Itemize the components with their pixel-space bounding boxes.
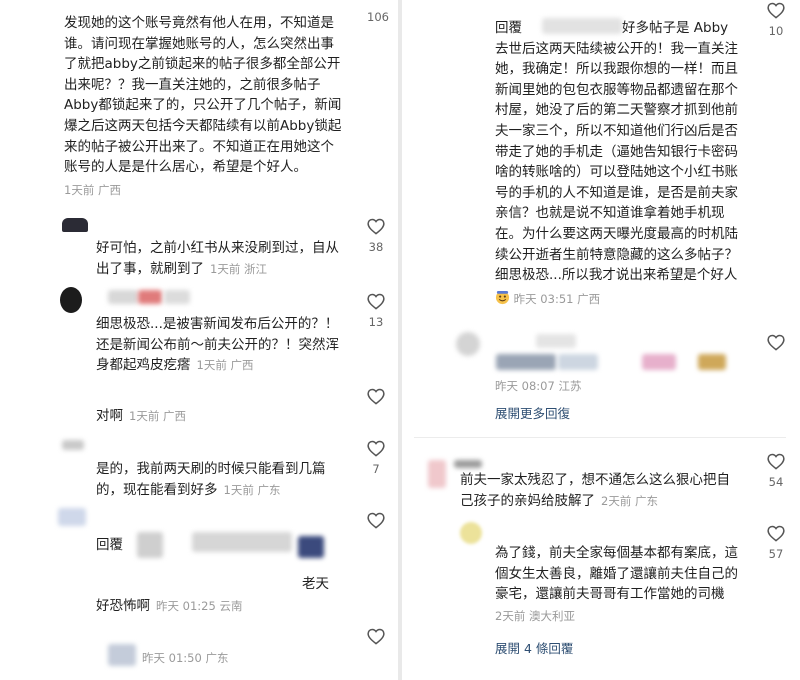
reply-label: 回覆 [96,537,123,553]
like-button[interactable]: 13 [366,293,386,329]
heart-icon [767,334,785,351]
comment-meta: 1天前 广西 [64,182,121,197]
redacted-username [536,334,576,348]
comment-meta: 昨天 01:50 广东 [142,651,229,665]
comment-text: 去世后这两天陆续被公开的！我一直关注 她，我确定！所以我跟你想的一样！而且 新闻… [495,40,738,284]
comment-meta: 昨天 01:25 云南 [156,599,243,613]
redacted-username [454,460,482,468]
heart-icon [367,388,385,405]
comment-item[interactable]: 好恐怖啊 昨天 01:25 云南 [96,596,366,617]
comment-item[interactable]: 细思极恐...是被害新闻发布后公开的？！ 还是新闻公布前～前夫公开的？！突然浑 … [96,314,366,376]
redacted-content [558,354,598,370]
redacted-avatar [62,440,84,450]
like-button[interactable] [366,512,386,529]
like-count: 106 [367,10,389,24]
heart-icon [367,512,385,529]
like-count: 10 [768,24,784,38]
like-button[interactable]: 106 [366,10,390,24]
comment-item[interactable]: 好可怕，之前小红书从来没刷到过，自从 出了事，就刷到了 1天前 浙江 [96,238,366,279]
like-button[interactable] [766,334,786,351]
heart-icon [767,453,785,470]
heart-icon [367,628,385,645]
comment-item[interactable]: 对啊 1天前 广西 [96,406,296,427]
like-count: 7 [372,462,380,476]
comment-text: 是的，我前两天刷的时候只能看到几篇 的，现在能看到好多 [96,461,326,498]
comment-meta: 昨天 08:07 江苏 [495,379,582,393]
reply-label: 回覆 [495,20,522,36]
redacted-content [642,354,676,370]
like-button[interactable]: 7 [366,440,386,476]
redacted-avatar [58,508,86,526]
comment-text: 前夫一家太残忍了，想不通怎么这么狠心把自 己孩子的亲妈给肢解了 [460,472,730,509]
comments-panel-right: 回覆 好多帖子是 Abby 去世后这两天陆续被公开的！我一直关注 她，我确定！所以… [402,0,800,680]
comment-meta: 1天前 广西 [129,409,186,423]
like-button[interactable]: 57 [766,525,786,561]
avatar[interactable] [60,287,82,313]
comment-text: 对啊 [96,408,123,424]
comment-item[interactable]: 為了錢，前夫全家每個基本都有案底，這 個女生太善良，離婚了還讓前夫住自己的 豪宅… [495,543,757,624]
like-button[interactable] [366,388,386,405]
heart-icon [367,218,385,235]
comment-item[interactable]: 是的，我前两天刷的时候只能看到几篇 的，现在能看到好多 1天前 广东 [96,459,366,500]
comments-panel-left: 发现她的这个账号竟然有他人在用，不知道是 谁。请问现在掌握她账号的人，怎么突然出… [0,0,398,680]
redacted-username [108,290,138,304]
redacted-avatar [428,460,446,488]
comment-text-head: 好多帖子是 Abby [622,20,729,36]
like-count: 38 [368,240,384,254]
like-count: 57 [768,547,784,561]
like-count: 13 [368,315,384,329]
like-button[interactable]: 10 [766,2,786,38]
redacted-avatar [456,332,480,356]
avatar[interactable] [62,218,88,232]
like-button[interactable]: 54 [766,453,786,489]
emoji-icon [495,290,510,304]
comment-text: 為了錢，前夫全家每個基本都有案底，這 個女生太善良，離婚了還讓前夫住自己的 豪宅… [495,545,738,603]
heart-icon [367,293,385,310]
redacted-username [164,290,190,304]
comment-meta: 1天前 浙江 [210,261,267,276]
comment-top[interactable]: 发现她的这个账号竟然有他人在用，不知道是 谁。请问现在掌握她账号的人，怎么突然出… [64,13,362,198]
heart-icon [367,440,385,457]
like-count: 54 [768,475,784,489]
comment-item[interactable]: 前夫一家太残忍了，想不通怎么这么狠心把自 己孩子的亲妈给肢解了 2天前 广东 [460,470,756,511]
redacted-avatar [108,644,136,666]
expand-replies-link[interactable]: 展開 4 條回覆 [495,638,573,657]
comment-meta: 1天前 广东 [223,482,281,497]
divider [414,437,786,438]
like-button[interactable]: 38 [366,218,386,254]
comment-text-tail: 老天 [302,576,329,592]
comment-meta: 2天前 澳大利亚 [495,608,575,623]
comment-item[interactable]: 昨天 08:07 江苏 [495,378,695,394]
redacted-mention [192,532,292,552]
redacted-mention [298,536,324,558]
comment-meta: 昨天 03:51 广西 [513,291,601,306]
heart-icon [767,525,785,542]
comment-text: 好恐怖啊 [96,598,150,614]
redacted-mention [137,532,163,558]
comment-meta: 2天前 广东 [601,493,658,508]
comment-item[interactable]: 昨天 01:50 广东 [142,650,342,666]
redacted-content [496,354,556,370]
expand-more-replies-link[interactable]: 展開更多回復 [495,403,570,422]
heart-icon [767,2,785,19]
comment-meta: 1天前 广西 [196,358,254,373]
redacted-content [698,354,726,370]
avatar[interactable] [460,522,482,544]
redacted-username [138,290,162,304]
comment-item[interactable]: 回覆 好多帖子是 Abby 去世后这两天陆续被公开的！我一直关注 她，我确定！所以… [495,18,755,307]
like-button[interactable] [366,628,386,645]
comment-text: 发现她的这个账号竟然有他人在用，不知道是 谁。请问现在掌握她账号的人，怎么突然出… [64,15,342,176]
